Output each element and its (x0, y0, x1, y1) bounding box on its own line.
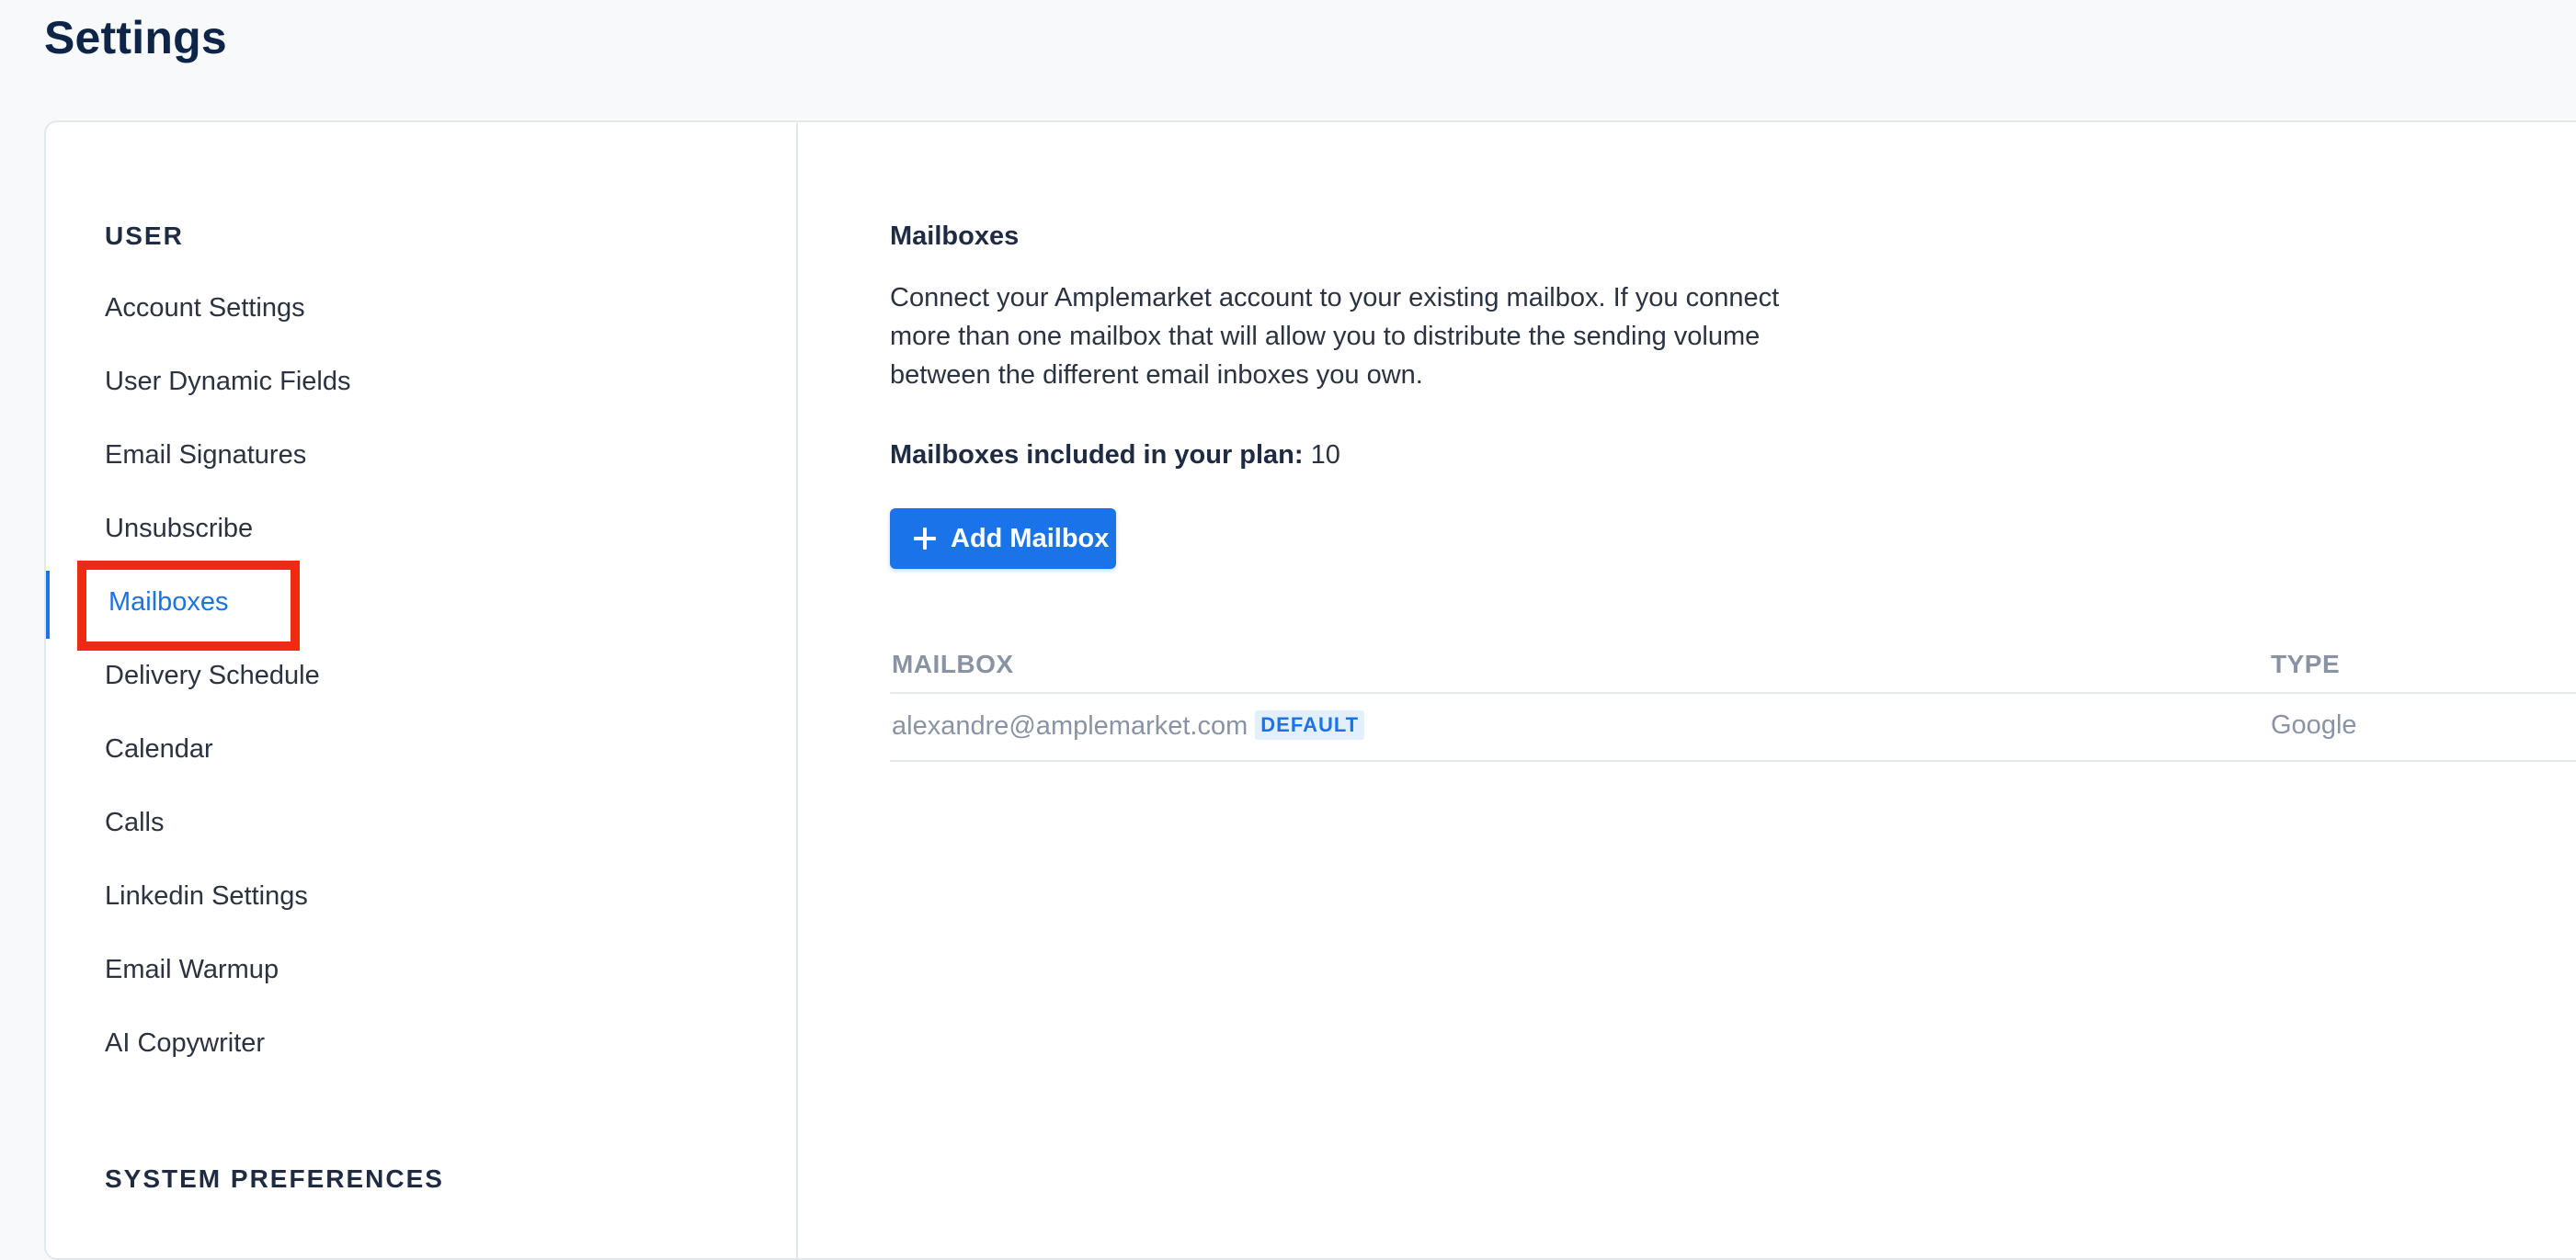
default-badge: DEFAULT (1255, 710, 1365, 740)
table-header: MAILBOX TYPE (890, 642, 2576, 694)
highlight-annotation (77, 561, 300, 651)
add-mailbox-label: Add Mailbox (951, 523, 1110, 553)
mailbox-email: alexandre@amplemarket.com (892, 711, 1248, 741)
sidebar-item-user-dynamic-fields[interactable]: User Dynamic Fields (105, 367, 351, 397)
sidebar-section-user: USER (105, 221, 184, 250)
settings-panel: USER Account Settings User Dynamic Field… (44, 120, 2576, 1260)
section-title: Mailboxes (890, 221, 1020, 251)
mailboxes-table: MAILBOX TYPE alexandre@amplemarket.com DE… (890, 642, 2576, 762)
plus-icon (914, 528, 936, 550)
sidebar-item-account-settings[interactable]: Account Settings (105, 293, 305, 324)
plan-value: 10 (1310, 440, 1340, 470)
active-indicator (46, 571, 50, 639)
add-mailbox-button[interactable]: Add Mailbox (890, 508, 1116, 569)
mailbox-email-cell: alexandre@amplemarket.com DEFAULT (892, 710, 1365, 742)
table-row[interactable]: alexandre@amplemarket.com DEFAULT Google (890, 694, 2576, 762)
column-header-type[interactable]: TYPE (2271, 650, 2340, 679)
sidebar-item-email-warmup[interactable]: Email Warmup (105, 955, 279, 985)
sidebar-item-email-signatures[interactable]: Email Signatures (105, 440, 306, 471)
plan-mailbox-count: Mailboxes included in your plan: 10 (890, 440, 1340, 471)
plan-label: Mailboxes included in your plan: (890, 440, 1304, 470)
section-description: Connect your Amplemarket account to your… (890, 283, 1780, 390)
settings-sidebar: USER Account Settings User Dynamic Field… (46, 122, 798, 1258)
sidebar-item-delivery-schedule[interactable]: Delivery Schedule (105, 661, 320, 691)
column-header-mailbox[interactable]: MAILBOX (892, 650, 1014, 679)
mailboxes-content: Mailboxes Connect your Amplemarket accou… (800, 122, 2576, 1258)
sidebar-item-ai-copywriter[interactable]: AI Copywriter (105, 1028, 265, 1059)
sidebar-item-calls[interactable]: Calls (105, 808, 164, 838)
sidebar-item-linkedin-settings[interactable]: Linkedin Settings (105, 881, 308, 912)
sidebar-item-unsubscribe[interactable]: Unsubscribe (105, 514, 253, 544)
sidebar-section-system-preferences: SYSTEM PREFERENCES (105, 1164, 444, 1193)
mailbox-type: Google (2271, 710, 2357, 740)
sidebar-item-calendar[interactable]: Calendar (105, 734, 213, 765)
page-title: Settings (44, 12, 227, 63)
